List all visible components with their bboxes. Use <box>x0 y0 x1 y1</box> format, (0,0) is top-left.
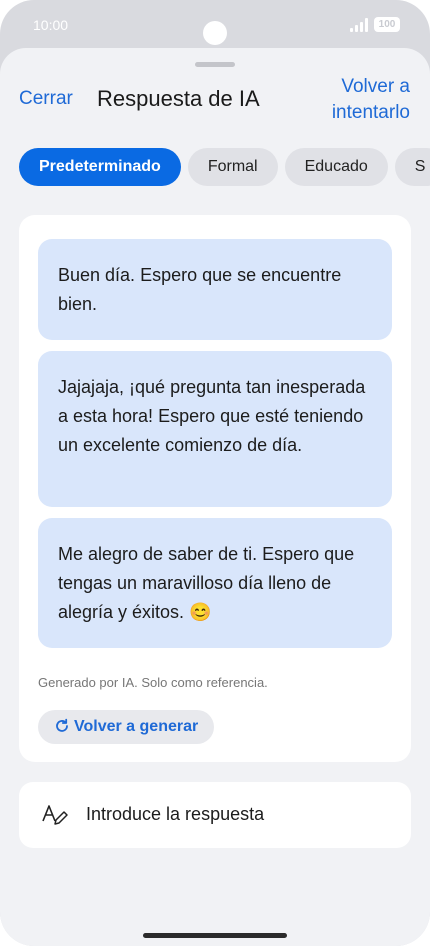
ai-response-sheet: Cerrar Respuesta de IA Volver a intentar… <box>0 48 430 946</box>
tab-educado[interactable]: Educado <box>284 148 388 186</box>
retry-button[interactable]: Volver a intentarlo <box>300 74 410 126</box>
tone-tabs: Predeterminado Formal Educado S <box>19 148 430 186</box>
tab-formal[interactable]: Formal <box>187 148 278 186</box>
status-bar: 10:00 100 <box>0 0 430 48</box>
phone-frame: 10:00 100 Cerrar Respuesta de IA Volver … <box>0 0 430 946</box>
reply-input[interactable]: Introduce la respuesta <box>19 782 411 848</box>
handwriting-icon <box>42 805 68 825</box>
close-button[interactable]: Cerrar <box>19 88 73 110</box>
battery-icon: 100 <box>374 17 400 32</box>
page-title: Respuesta de IA <box>97 86 260 111</box>
response-option-3[interactable]: Me alegro de saber de ti. Espero que ten… <box>38 518 392 648</box>
response-option-1[interactable]: Buen día. Espero que se encuentre bien. <box>38 239 392 340</box>
drag-handle[interactable] <box>195 62 235 67</box>
signal-icon <box>350 18 370 32</box>
reply-input-placeholder: Introduce la respuesta <box>86 804 265 824</box>
response-option-2[interactable]: Jajajaja, ¡qué pregunta tan inesperada a… <box>38 351 392 507</box>
regenerate-label: Volver a generar <box>74 718 199 735</box>
camera-cutout <box>203 21 227 45</box>
retry-label-line1: Volver a <box>341 76 410 97</box>
retry-label-line2: intentarlo <box>331 102 410 123</box>
home-indicator[interactable] <box>143 933 287 938</box>
status-time: 10:00 <box>33 17 69 33</box>
ai-disclaimer: Generado por IA. Solo como referencia. <box>38 675 268 690</box>
tab-predeterminado[interactable]: Predeterminado <box>19 148 181 186</box>
responses-card: Buen día. Espero que se encuentre bien. … <box>19 215 411 762</box>
tab-partial[interactable]: S <box>394 148 430 186</box>
refresh-icon <box>56 718 68 732</box>
regenerate-button[interactable]: Volver a generar <box>38 710 215 744</box>
